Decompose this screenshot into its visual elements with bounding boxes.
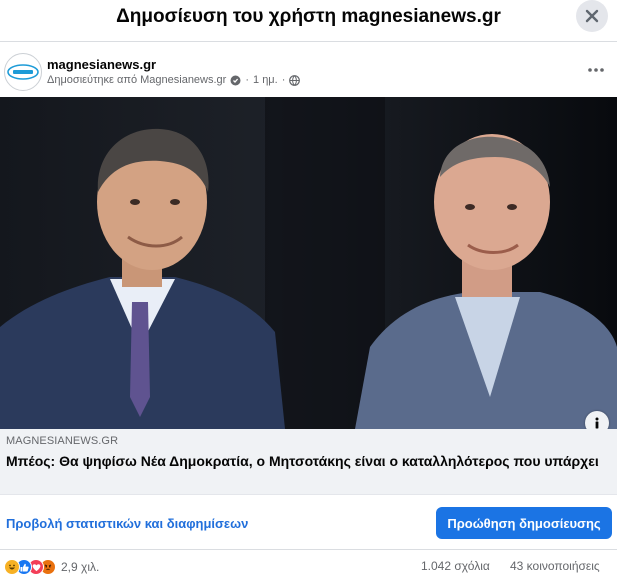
close-button[interactable]	[576, 0, 608, 32]
boost-post-button[interactable]: Προώθηση δημοσίευσης	[436, 507, 612, 539]
view-insights-link[interactable]: Προβολή στατιστικών και διαφημίσεων	[6, 516, 248, 531]
more-horizontal-icon	[588, 68, 604, 72]
meta-separator: ·	[245, 74, 250, 86]
globe-icon	[289, 74, 301, 86]
post-image[interactable]	[0, 97, 617, 429]
link-preview[interactable]: MAGNESIANEWS.GR Μπέος: Θα ψηφίσω Νέα Δημ…	[0, 429, 617, 495]
close-icon	[585, 9, 599, 23]
dialog-header: Δημοσίευση του χρήστη magnesianews.gr	[0, 0, 617, 42]
more-options-button[interactable]	[584, 62, 608, 78]
shares-count[interactable]: 43 κοινοποιήσεις	[510, 559, 600, 573]
haha-reaction-icon	[4, 559, 20, 575]
link-domain: MAGNESIANEWS.GR	[6, 435, 119, 447]
post-photo-illustration	[0, 97, 617, 429]
page-name[interactable]: magnesianews.gr	[47, 57, 156, 72]
page-badge-icon	[230, 75, 241, 86]
published-by: Δημοσιεύτηκε από Magnesianews.gr	[47, 74, 227, 86]
reactions-count: 2,9 χιλ.	[61, 560, 100, 574]
page-logo-icon	[7, 64, 39, 80]
info-icon	[595, 417, 599, 429]
meta-separator-2: ·	[281, 74, 286, 86]
post-actions: Προβολή στατιστικών και διαφημίσεων Προώ…	[0, 495, 617, 550]
link-headline[interactable]: Μπέος: Θα ψηφίσω Νέα Δημοκρατία, ο Μητσο…	[6, 452, 606, 470]
post-header: magnesianews.gr Δημοσιεύτηκε από Magnesi…	[0, 43, 617, 97]
engagement-stats: 2,9 χιλ. 1.042 σχόλια 43 κοινοποιήσεις	[0, 550, 617, 584]
page-avatar[interactable]	[4, 53, 42, 91]
reactions-summary[interactable]: 2,9 χιλ.	[4, 558, 99, 576]
post-meta: Δημοσιεύτηκε από Magnesianews.gr · 1 ημ.…	[47, 74, 301, 86]
comments-count[interactable]: 1.042 σχόλια	[421, 559, 490, 573]
post-time[interactable]: 1 ημ.	[253, 74, 278, 86]
dialog-title: Δημοσίευση του χρήστη magnesianews.gr	[116, 6, 501, 27]
